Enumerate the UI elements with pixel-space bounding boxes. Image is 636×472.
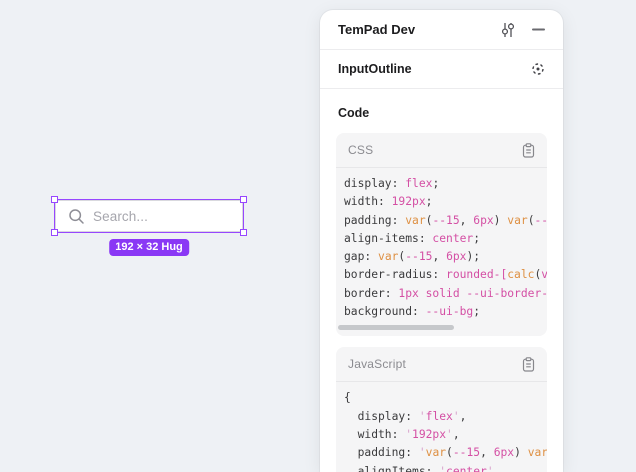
magnifier-icon: [68, 208, 85, 225]
code-block-label: JavaScript: [348, 357, 522, 371]
code-section: Code CSS display: flex;width: 192px;padd…: [320, 89, 563, 472]
code-block-label: CSS: [348, 143, 522, 157]
javascript-code-block: JavaScript { display: 'flex', width: '19…: [336, 347, 547, 472]
panel-title: TemPad Dev: [338, 22, 501, 37]
horizontal-scrollbar[interactable]: [338, 325, 454, 330]
minimize-icon[interactable]: [532, 28, 545, 31]
clipboard-copy-icon[interactable]: [522, 357, 535, 372]
sliders-icon[interactable]: [501, 22, 515, 38]
panel-header: TemPad Dev: [320, 10, 563, 50]
size-badge: 192 × 32 Hug: [109, 239, 189, 256]
search-input[interactable]: Search...: [55, 200, 243, 232]
selection-handle-top-right[interactable]: [240, 196, 247, 203]
javascript-code-header: JavaScript: [336, 347, 547, 382]
selection-handle-top-left[interactable]: [51, 196, 58, 203]
design-canvas[interactable]: Search... 192 × 32 Hug TemPad Dev: [0, 0, 636, 472]
selected-node-name: InputOutline: [338, 62, 531, 76]
selected-node-row: InputOutline: [320, 50, 563, 89]
selection-handle-bottom-right[interactable]: [240, 229, 247, 236]
selection-handle-bottom-left[interactable]: [51, 229, 58, 236]
clipboard-copy-icon[interactable]: [522, 143, 535, 158]
tempad-dev-plugin-panel: TemPad Dev InputOutline: [320, 10, 563, 472]
code-section-title: Code: [338, 105, 545, 121]
selected-input-component[interactable]: Search... 192 × 32 Hug: [55, 200, 243, 232]
search-placeholder: Search...: [93, 209, 148, 224]
css-code-header: CSS: [336, 133, 547, 168]
javascript-code-content: { display: 'flex', width: '192px', paddi…: [336, 382, 547, 472]
crosshair-target-icon[interactable]: [531, 62, 545, 76]
css-code-block: CSS display: flex;width: 192px;padding: …: [336, 133, 547, 336]
css-code-content: display: flex;width: 192px;padding: var(…: [336, 168, 547, 323]
